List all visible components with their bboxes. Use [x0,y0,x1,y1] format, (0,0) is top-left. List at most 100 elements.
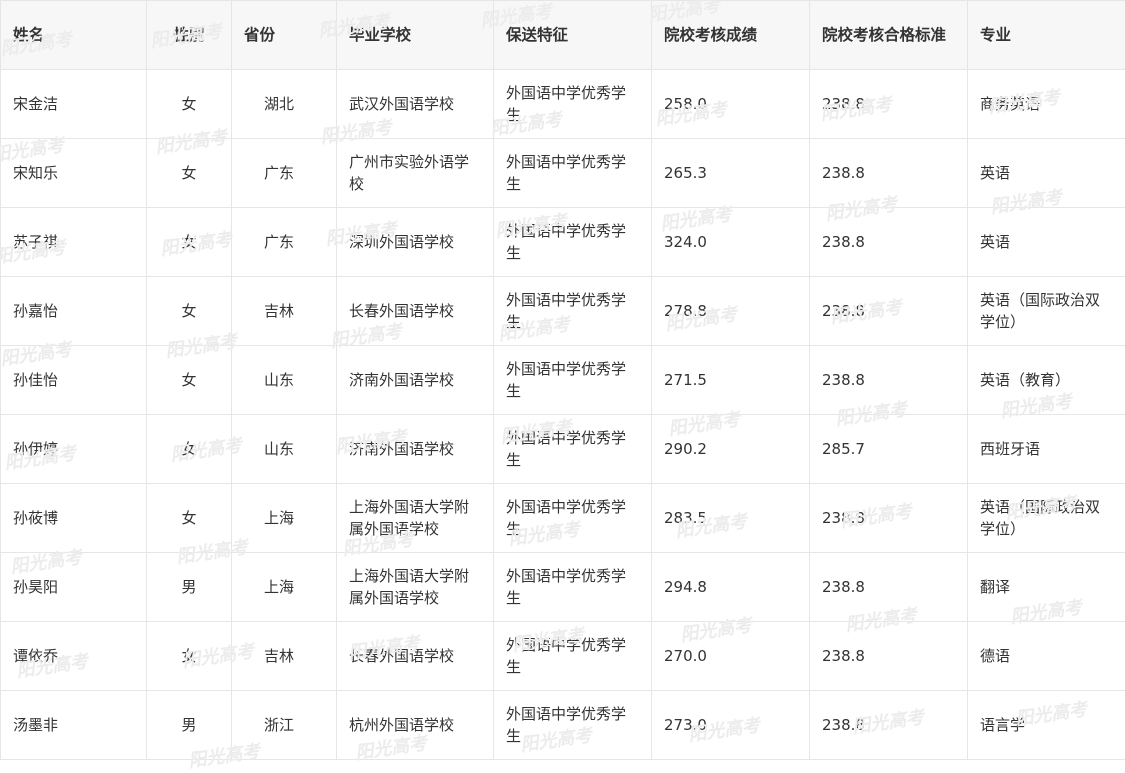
cell-name: 孙昊阳 [1,553,147,622]
cell-province: 山东 [232,346,337,415]
cell-standard: 238.8 [810,139,968,208]
cell-school: 杭州外国语学校 [337,691,494,760]
cell-major: 翻译 [968,553,1125,622]
cell-standard: 238.8 [810,70,968,139]
cell-standard: 238.8 [810,208,968,277]
cell-feature: 外国语中学优秀学生 [494,691,652,760]
cell-gender: 女 [147,208,232,277]
header-name: 姓名 [1,1,147,70]
cell-feature: 外国语中学优秀学生 [494,208,652,277]
header-feature: 保送特征 [494,1,652,70]
cell-standard: 238.8 [810,553,968,622]
cell-school: 上海外国语大学附属外国语学校 [337,484,494,553]
cell-gender: 男 [147,553,232,622]
cell-name: 孙嘉怡 [1,277,147,346]
cell-gender: 女 [147,622,232,691]
table-row: 孙昊阳 男 上海 上海外国语大学附属外国语学校 外国语中学优秀学生 294.8 … [1,553,1125,622]
cell-name: 孙伊婷 [1,415,147,484]
cell-school: 济南外国语学校 [337,415,494,484]
table-row: 苏子祺 女 广东 深圳外国语学校 外国语中学优秀学生 324.0 238.8 英… [1,208,1125,277]
table-body: 宋金洁 女 湖北 武汉外国语学校 外国语中学优秀学生 258.0 238.8 商… [1,70,1125,760]
cell-name: 宋知乐 [1,139,147,208]
header-row: 姓名 性别 省份 毕业学校 保送特征 院校考核成绩 院校考核合格标准 专业 [1,1,1125,70]
header-province: 省份 [232,1,337,70]
cell-major: 英语（国际政治双学位） [968,277,1125,346]
cell-gender: 女 [147,346,232,415]
cell-province: 湖北 [232,70,337,139]
cell-score: 324.0 [652,208,810,277]
cell-name: 孙佳怡 [1,346,147,415]
table-row: 孙伊婷 女 山东 济南外国语学校 外国语中学优秀学生 290.2 285.7 西… [1,415,1125,484]
cell-major: 德语 [968,622,1125,691]
cell-gender: 女 [147,277,232,346]
cell-major: 英语（国际政治双学位） [968,484,1125,553]
table-row: 宋金洁 女 湖北 武汉外国语学校 外国语中学优秀学生 258.0 238.8 商… [1,70,1125,139]
cell-score: 271.5 [652,346,810,415]
cell-score: 278.8 [652,277,810,346]
header-school: 毕业学校 [337,1,494,70]
cell-school: 长春外国语学校 [337,622,494,691]
header-gender: 性别 [147,1,232,70]
cell-feature: 外国语中学优秀学生 [494,415,652,484]
header-score: 院校考核成绩 [652,1,810,70]
cell-feature: 外国语中学优秀学生 [494,139,652,208]
cell-score: 273.0 [652,691,810,760]
cell-standard: 238.8 [810,691,968,760]
cell-score: 270.0 [652,622,810,691]
cell-standard: 238.8 [810,346,968,415]
cell-gender: 男 [147,691,232,760]
cell-score: 290.2 [652,415,810,484]
cell-major: 语言学 [968,691,1125,760]
cell-major: 英语 [968,208,1125,277]
table-row: 汤墨非 男 浙江 杭州外国语学校 外国语中学优秀学生 273.0 238.8 语… [1,691,1125,760]
cell-standard: 238.8 [810,277,968,346]
table-row: 宋知乐 女 广东 广州市实验外语学校 外国语中学优秀学生 265.3 238.8… [1,139,1125,208]
header-standard: 院校考核合格标准 [810,1,968,70]
cell-major: 西班牙语 [968,415,1125,484]
cell-province: 上海 [232,553,337,622]
table-row: 孙佳怡 女 山东 济南外国语学校 外国语中学优秀学生 271.5 238.8 英… [1,346,1125,415]
admissions-table: 姓名 性别 省份 毕业学校 保送特征 院校考核成绩 院校考核合格标准 专业 宋金… [0,0,1125,760]
cell-name: 孙莜博 [1,484,147,553]
cell-province: 山东 [232,415,337,484]
cell-school: 上海外国语大学附属外国语学校 [337,553,494,622]
cell-feature: 外国语中学优秀学生 [494,622,652,691]
cell-standard: 238.8 [810,484,968,553]
cell-province: 广东 [232,139,337,208]
cell-major: 商务英语 [968,70,1125,139]
cell-school: 长春外国语学校 [337,277,494,346]
cell-feature: 外国语中学优秀学生 [494,277,652,346]
cell-score: 283.5 [652,484,810,553]
cell-gender: 女 [147,415,232,484]
cell-school: 深圳外国语学校 [337,208,494,277]
cell-school: 武汉外国语学校 [337,70,494,139]
cell-feature: 外国语中学优秀学生 [494,553,652,622]
cell-name: 宋金洁 [1,70,147,139]
cell-gender: 女 [147,484,232,553]
table-row: 孙嘉怡 女 吉林 长春外国语学校 外国语中学优秀学生 278.8 238.8 英… [1,277,1125,346]
cell-score: 294.8 [652,553,810,622]
cell-standard: 285.7 [810,415,968,484]
cell-feature: 外国语中学优秀学生 [494,346,652,415]
cell-province: 吉林 [232,622,337,691]
cell-score: 265.3 [652,139,810,208]
cell-school: 广州市实验外语学校 [337,139,494,208]
cell-province: 广东 [232,208,337,277]
cell-gender: 女 [147,139,232,208]
table-row: 谭依乔 女 吉林 长春外国语学校 外国语中学优秀学生 270.0 238.8 德… [1,622,1125,691]
table-row: 孙莜博 女 上海 上海外国语大学附属外国语学校 外国语中学优秀学生 283.5 … [1,484,1125,553]
cell-gender: 女 [147,70,232,139]
cell-name: 汤墨非 [1,691,147,760]
cell-score: 258.0 [652,70,810,139]
cell-province: 浙江 [232,691,337,760]
cell-feature: 外国语中学优秀学生 [494,70,652,139]
cell-major: 英语 [968,139,1125,208]
header-major: 专业 [968,1,1125,70]
table-header: 姓名 性别 省份 毕业学校 保送特征 院校考核成绩 院校考核合格标准 专业 [1,1,1125,70]
cell-province: 吉林 [232,277,337,346]
cell-feature: 外国语中学优秀学生 [494,484,652,553]
cell-name: 苏子祺 [1,208,147,277]
cell-school: 济南外国语学校 [337,346,494,415]
cell-major: 英语（教育） [968,346,1125,415]
cell-name: 谭依乔 [1,622,147,691]
